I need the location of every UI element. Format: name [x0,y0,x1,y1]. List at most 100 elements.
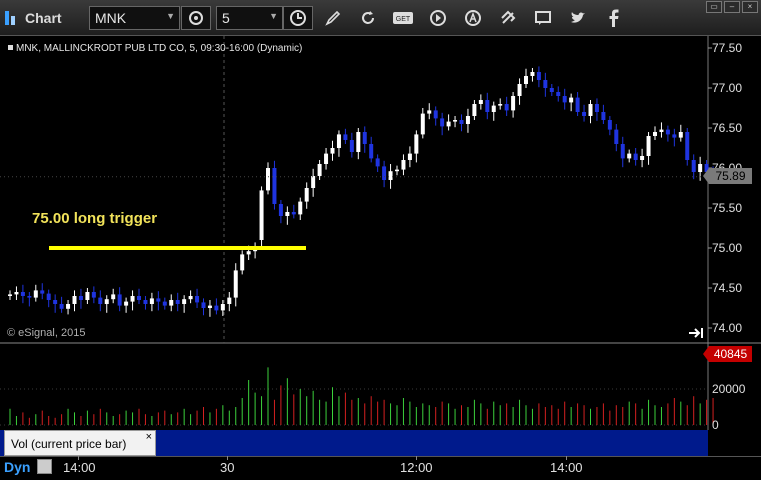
candle-body [395,169,399,172]
candle-body [20,292,25,296]
candle-body [33,290,38,298]
interval-input[interactable]: 5 ▼ [216,6,283,30]
candle-body [130,296,135,302]
link-icon [501,10,516,24]
link-button[interactable] [493,6,523,30]
candle-body [614,129,619,144]
candle-body [356,132,361,152]
candle-body [330,148,335,154]
volume-legend-tab[interactable]: Vol (current price bar) × [4,430,156,456]
candle-body [40,290,45,294]
comment-button[interactable] [528,6,558,30]
candle-body [201,302,206,308]
candle-body [214,305,219,311]
toolbar: Chart MNK ▼ 5 ▼ GET ▭ – × [0,0,761,36]
candle-body [427,110,432,114]
alert-icon [465,10,481,26]
candle-body [401,160,406,170]
clock-icon [290,10,306,26]
facebook-button[interactable] [598,6,628,30]
close-window-icon: × [747,2,753,11]
candle-body [472,104,477,116]
candle-body [220,304,225,311]
candle-body [72,296,77,304]
interval-clock-button[interactable] [283,6,313,30]
candle-body [324,153,329,164]
gear-icon [189,11,203,25]
symbol-settings-button[interactable] [181,6,211,30]
chart-app-icon [4,10,20,26]
candle-body [665,129,670,135]
candle-body [659,129,664,132]
minimize-window-button[interactable]: – [724,1,740,13]
restore-window-button[interactable]: ▭ [706,1,722,13]
restore-window-icon: ▭ [710,2,718,11]
candle-body [169,300,174,306]
candle-body [388,171,393,180]
candle-body [420,113,425,135]
time-axis[interactable] [0,456,761,480]
candle-body [207,305,212,308]
candle-body [98,297,103,304]
candle-body [536,72,541,80]
interval-dropdown-icon[interactable]: ▼ [269,11,278,21]
facebook-icon [609,9,619,27]
candle-body [343,134,348,140]
candle-body [14,292,19,295]
symbol-dropdown-icon[interactable]: ▼ [166,11,175,21]
candle-body [104,299,109,304]
close-study-icon[interactable]: × [146,431,152,443]
candle-body [646,136,651,156]
candle-body [575,97,580,112]
candle-body [182,299,187,304]
play-button[interactable] [423,6,453,30]
candle-body [66,304,71,309]
candle-body [453,120,458,122]
candle-body [304,188,309,202]
alert-button[interactable] [458,6,488,30]
price-tick: 77.50 [712,41,743,55]
candle-body [266,168,270,191]
candle-body [459,120,464,124]
chart-title: Chart [4,8,62,28]
play-icon [430,10,446,26]
time-tick-1200: 12:00 [400,460,433,475]
symbol-input[interactable]: MNK ▼ [89,6,180,30]
refresh-button[interactable] [353,6,383,30]
price-chart[interactable] [0,36,761,346]
candle-body [246,251,251,255]
get-button[interactable]: GET [388,6,418,30]
time-tick-1400: 14:00 [63,460,96,475]
close-window-button[interactable]: × [742,1,758,13]
candle-body [53,300,58,304]
candle-body [640,156,645,160]
candle-body [59,304,64,309]
dynamic-mode-label[interactable]: Dyn [4,459,30,475]
candle-body [498,104,503,106]
candle-body [543,80,548,88]
dynamic-mode-icon[interactable] [37,459,52,474]
candle-body [369,144,374,159]
candle-body [149,298,154,304]
twitter-button[interactable] [563,6,593,30]
time-tick-1400b: 14:00 [550,460,583,475]
interval-value: 5 [222,10,230,26]
svg-text:GET: GET [396,16,411,23]
comment-icon [535,11,551,25]
price-tick: 74.00 [712,321,743,335]
volume-tick-20000: 20000 [712,382,746,396]
candle-body [607,120,612,130]
scroll-to-end-icon[interactable] [688,327,704,339]
candle-body [530,72,535,76]
twitter-icon [571,12,585,23]
candle-body [278,204,283,216]
minimize-window-icon: – [729,2,735,11]
candle-body [259,190,264,240]
candle-body [298,201,303,215]
price-tick: 74.50 [712,281,743,295]
candle-body [588,104,593,116]
candle-body [491,105,496,112]
candle-body [137,296,141,300]
draw-button[interactable] [318,6,348,30]
chart-info-label: MNK, MALLINCKRODT PUB LTD CO, 5, 09:30-1… [8,43,302,54]
